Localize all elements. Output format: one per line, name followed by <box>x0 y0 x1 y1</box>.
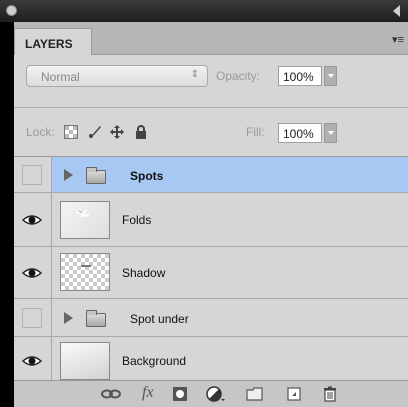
eye-icon <box>22 356 42 366</box>
opacity-dropdown-button[interactable] <box>324 66 337 86</box>
layer-name: Spots <box>130 169 164 183</box>
opacity-label: Opacity: <box>216 69 261 83</box>
visibility-toggle[interactable] <box>14 193 52 246</box>
folder-icon <box>86 310 106 327</box>
lock-fill-row: Lock: Fill: 100% <box>14 108 408 157</box>
layers-window: LAYERS ▾≡ Normal ⇕ Opacity: 100% Lock: F… <box>0 0 408 407</box>
fill-dropdown-button[interactable] <box>324 123 337 143</box>
layer-row-spots[interactable]: Spots <box>14 157 408 193</box>
layer-name: Folds <box>122 213 152 227</box>
layer-row-spot-under[interactable]: Spot under <box>14 299 408 337</box>
panel-menu-icon[interactable]: ▾≡ <box>392 33 404 46</box>
title-bar <box>0 0 408 22</box>
fill-label: Fill: <box>246 125 265 139</box>
lock-position-icon[interactable] <box>110 125 124 139</box>
expand-triangle-icon[interactable] <box>64 312 73 324</box>
layer-thumbnail <box>60 253 110 291</box>
link-icon[interactable] <box>100 386 122 402</box>
visibility-off-box <box>22 308 42 328</box>
layer-name: Shadow <box>122 266 166 280</box>
tab-bar: LAYERS ▾≡ <box>14 22 408 55</box>
new-layer-icon[interactable] <box>286 386 302 402</box>
close-icon[interactable] <box>6 5 17 16</box>
trash-icon[interactable] <box>322 386 338 402</box>
layer-thumbnail <box>60 342 110 380</box>
new-group-icon[interactable] <box>246 386 264 402</box>
lock-all-icon[interactable] <box>134 125 148 139</box>
blend-opacity-row: Normal ⇕ Opacity: 100% <box>14 55 408 108</box>
collapse-icon[interactable] <box>393 5 400 17</box>
visibility-toggle[interactable] <box>14 337 52 386</box>
layer-name: Background <box>122 354 187 368</box>
opacity-field[interactable]: 100% <box>278 66 322 86</box>
visibility-toggle[interactable] <box>14 247 52 298</box>
shadow-preview-icon <box>81 265 91 267</box>
layer-row-folds[interactable]: Folds <box>14 193 408 247</box>
lock-image-pixels-icon[interactable] <box>88 125 102 139</box>
fill-field[interactable]: 100% <box>278 123 322 143</box>
blend-mode-value: Normal <box>41 70 80 84</box>
layer-thumbnail <box>60 201 110 239</box>
layer-row-shadow[interactable]: Shadow <box>14 247 408 299</box>
lock-transparent-pixels-icon[interactable] <box>64 125 78 139</box>
eye-icon <box>22 268 42 278</box>
lock-label: Lock: <box>26 125 55 139</box>
folds-preview-icon <box>76 209 90 217</box>
blend-mode-select[interactable]: Normal ⇕ <box>26 65 208 87</box>
mask-icon[interactable] <box>172 386 188 402</box>
fx-icon[interactable]: fx <box>142 384 154 401</box>
visibility-toggle[interactable] <box>14 157 52 192</box>
eye-icon <box>22 215 42 225</box>
layers-panel: LAYERS ▾≡ Normal ⇕ Opacity: 100% Lock: F… <box>14 22 408 407</box>
layer-name: Spot under <box>130 312 189 326</box>
updown-arrows-icon: ⇕ <box>190 69 199 80</box>
folder-icon <box>86 167 106 184</box>
visibility-off-box <box>22 165 42 185</box>
tab-layers[interactable]: LAYERS <box>14 28 92 55</box>
panel-footer: fx <box>14 380 408 407</box>
visibility-toggle[interactable] <box>14 299 52 336</box>
expand-triangle-icon[interactable] <box>64 169 73 181</box>
adjustment-icon[interactable] <box>206 386 226 402</box>
